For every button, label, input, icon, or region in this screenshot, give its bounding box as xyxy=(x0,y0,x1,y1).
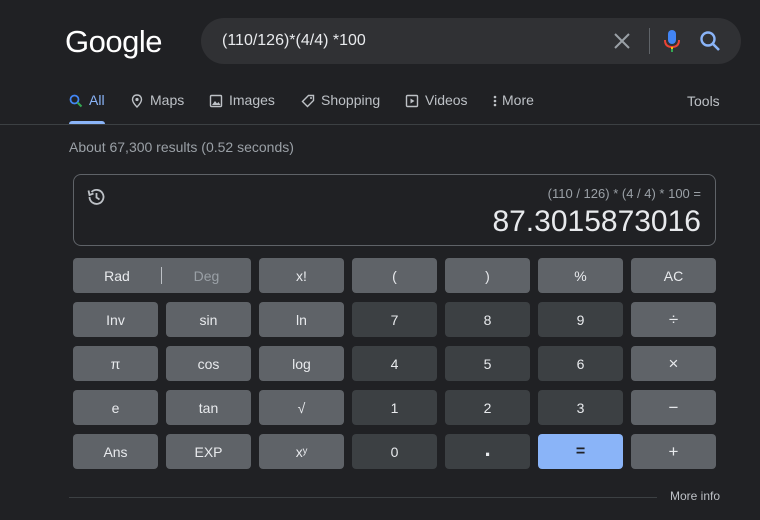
tab-videos[interactable]: Videos xyxy=(405,92,468,124)
rad-deg-toggle[interactable]: Rad Deg xyxy=(73,258,251,293)
digit-0-key[interactable]: 0 xyxy=(352,434,437,469)
search-input[interactable]: (110/126)*(4/4) *100 xyxy=(222,32,366,50)
digit-4-key[interactable]: 4 xyxy=(352,346,437,381)
multiply-key[interactable]: × xyxy=(631,346,716,381)
percent-key[interactable]: % xyxy=(538,258,623,293)
tabs-divider xyxy=(0,124,760,125)
power-key[interactable]: xʸ xyxy=(259,434,344,469)
digit-8-key[interactable]: 8 xyxy=(445,302,530,337)
calculator-display: (110 / 126) * (4 / 4) * 100 = 87.3015873… xyxy=(73,174,716,246)
exp-key[interactable]: EXP xyxy=(166,434,251,469)
tab-more[interactable]: More xyxy=(492,92,534,124)
digit-6-key[interactable]: 6 xyxy=(538,346,623,381)
digit-7-key[interactable]: 7 xyxy=(352,302,437,337)
open-paren-key[interactable]: ( xyxy=(352,258,437,293)
digit-5-key[interactable]: 5 xyxy=(445,346,530,381)
search-divider xyxy=(649,28,650,54)
more-info-link[interactable]: More info xyxy=(670,489,720,503)
clear-icon[interactable] xyxy=(612,31,632,51)
tab-images[interactable]: Images xyxy=(209,92,275,124)
all-clear-key[interactable]: AC xyxy=(631,258,716,293)
digit-9-key[interactable]: 9 xyxy=(538,302,623,337)
calculator-result: 87.3015873016 xyxy=(492,205,701,238)
map-pin-icon xyxy=(131,94,143,108)
add-key[interactable]: + xyxy=(631,434,716,469)
tab-maps[interactable]: Maps xyxy=(130,92,184,124)
search-icon xyxy=(69,94,83,108)
calculator-expression: (110 / 126) * (4 / 4) * 100 = xyxy=(547,186,701,201)
subtract-key[interactable]: − xyxy=(631,390,716,425)
history-icon[interactable] xyxy=(85,186,107,208)
rad-label[interactable]: Rad xyxy=(73,258,161,293)
digit-3-key[interactable]: 3 xyxy=(538,390,623,425)
equals-key[interactable]: = xyxy=(538,434,623,469)
google-logo[interactable]: Google xyxy=(65,24,162,60)
tab-videos-label: Videos xyxy=(425,92,468,108)
tab-all-label: All xyxy=(89,92,105,108)
divide-key[interactable]: ÷ xyxy=(631,302,716,337)
close-paren-key[interactable]: ) xyxy=(445,258,530,293)
footer-divider xyxy=(69,497,657,498)
image-icon xyxy=(209,94,223,108)
microphone-icon[interactable] xyxy=(663,29,681,53)
digit-1-key[interactable]: 1 xyxy=(352,390,437,425)
sin-key[interactable]: sin xyxy=(166,302,251,337)
dots-vertical-icon xyxy=(493,95,497,107)
result-stats: About 67,300 results (0.52 seconds) xyxy=(69,139,294,155)
pi-key[interactable]: π xyxy=(73,346,158,381)
tools-button[interactable]: Tools xyxy=(687,93,720,109)
tab-shopping[interactable]: Shopping xyxy=(301,92,380,124)
tab-shopping-label: Shopping xyxy=(321,92,381,108)
search-submit-icon[interactable] xyxy=(699,30,721,52)
answer-key[interactable]: Ans xyxy=(73,434,158,469)
tag-icon xyxy=(301,94,315,108)
decimal-key[interactable]: . xyxy=(445,434,530,469)
factorial-key[interactable]: x! xyxy=(259,258,344,293)
search-box[interactable]: (110/126)*(4/4) *100 xyxy=(201,18,741,64)
digit-2-key[interactable]: 2 xyxy=(445,390,530,425)
tab-maps-label: Maps xyxy=(150,92,185,108)
tab-images-label: Images xyxy=(229,92,275,108)
sqrt-key[interactable]: √ xyxy=(259,390,344,425)
cos-key[interactable]: cos xyxy=(166,346,251,381)
tab-more-label: More xyxy=(502,92,534,108)
tan-key[interactable]: tan xyxy=(166,390,251,425)
inverse-key[interactable]: Inv xyxy=(73,302,158,337)
deg-label[interactable]: Deg xyxy=(162,258,251,293)
tab-all[interactable]: All xyxy=(69,92,105,124)
play-icon xyxy=(405,94,419,108)
ln-key[interactable]: ln xyxy=(259,302,344,337)
log-key[interactable]: log xyxy=(259,346,344,381)
euler-key[interactable]: e xyxy=(73,390,158,425)
